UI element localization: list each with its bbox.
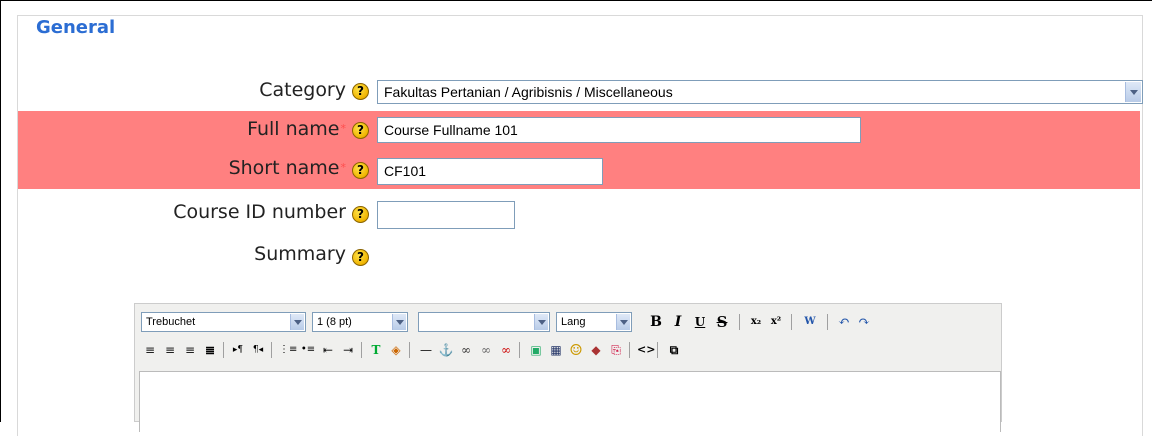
align-center-icon[interactable]: ≡: [161, 341, 179, 359]
align-left-icon[interactable]: ≡: [141, 341, 159, 359]
idnumber-input[interactable]: [377, 201, 515, 229]
category-row: Category ? Fakultas Pertanian / Agribisn…: [18, 75, 1143, 111]
html-editor: Trebuchet 1 (8 pt) Lang B I U Sx₂ x² W ↶ ↷ ≡ ≡ ≡ ≣…: [134, 303, 1002, 432]
chevron-down-icon[interactable]: [1125, 82, 1141, 102]
fullname-input[interactable]: Course Fullname 101: [377, 117, 861, 143]
toolbar-separator: [791, 314, 792, 330]
help-icon[interactable]: ?: [352, 206, 369, 223]
anchor-icon[interactable]: ⚓: [437, 341, 455, 359]
summary-textarea[interactable]: [139, 371, 1001, 432]
chevron-down-icon[interactable]: [290, 314, 304, 330]
nolink-icon[interactable]: ∞: [497, 341, 515, 359]
rtl-icon[interactable]: ¶◂: [249, 341, 267, 359]
toolbar-separator: [361, 342, 362, 358]
word-clean-icon[interactable]: W: [801, 313, 819, 331]
toolbar-separator: [271, 342, 272, 358]
lang-select[interactable]: Lang: [556, 312, 632, 332]
help-icon[interactable]: ?: [352, 249, 369, 266]
help-icon[interactable]: ?: [352, 122, 369, 139]
html-source-icon[interactable]: <>: [637, 341, 655, 359]
align-right-icon[interactable]: ≡: [181, 341, 199, 359]
font-size-select[interactable]: 1 (8 pt): [312, 312, 408, 332]
chevron-down-icon[interactable]: [392, 314, 406, 330]
chevron-down-icon[interactable]: [534, 314, 548, 330]
toolbar-separator: [629, 342, 630, 358]
toolbar-separator: [409, 342, 410, 358]
fullname-row: Full name* ? Course Fullname 101: [18, 111, 1140, 150]
image-icon[interactable]: ▣: [527, 341, 545, 359]
ltr-icon[interactable]: ▸¶: [229, 341, 247, 359]
shortname-row: Short name* ? CF101: [18, 150, 1140, 189]
font-family-value: Trebuchet: [146, 316, 196, 328]
underline-icon[interactable]: U: [691, 313, 709, 331]
shortname-input[interactable]: CF101: [377, 158, 603, 185]
unordered-list-icon[interactable]: •≡: [299, 341, 317, 359]
toolbar-separator: [519, 342, 520, 358]
toolbar-separator: [223, 342, 224, 358]
bold-icon[interactable]: B: [647, 313, 665, 331]
idnumber-label: Course ID number: [173, 201, 346, 223]
summary-row: Summary ?: [18, 238, 1140, 274]
fullscreen-icon[interactable]: ⧉: [665, 341, 683, 359]
required-marker: *: [340, 161, 347, 174]
outdent-icon[interactable]: ⇤: [319, 341, 337, 359]
required-marker: *: [340, 122, 347, 135]
summary-label: Summary: [254, 243, 346, 265]
ordered-list-icon[interactable]: ⋮≡: [279, 341, 297, 359]
category-label: Category: [259, 79, 346, 101]
lang-value: Lang: [561, 316, 586, 328]
toolbar-separator: [657, 342, 658, 358]
strikethrough-icon[interactable]: S: [713, 313, 731, 331]
smiley-icon[interactable]: ☺: [567, 341, 585, 359]
toolbar-separator: [827, 314, 828, 330]
horizontal-rule-icon[interactable]: —: [417, 341, 435, 359]
special-char-icon[interactable]: ◆: [587, 341, 605, 359]
align-justify-icon[interactable]: ≣: [201, 341, 219, 359]
section-legend[interactable]: General: [28, 16, 124, 40]
font-family-select[interactable]: Trebuchet: [141, 312, 306, 332]
idnumber-row: Course ID number ?: [18, 189, 1140, 234]
link-icon[interactable]: ∞: [457, 341, 475, 359]
help-icon[interactable]: ?: [352, 162, 369, 179]
subscript-icon[interactable]: x₂: [747, 313, 765, 331]
category-select[interactable]: Fakultas Pertanian / Agribisnis / Miscel…: [377, 80, 1143, 104]
chevron-down-icon[interactable]: [616, 314, 630, 330]
category-select-value: Fakultas Pertanian / Agribisnis / Miscel…: [384, 84, 673, 100]
toolbar-separator: [739, 314, 740, 330]
indent-icon[interactable]: ⇥: [339, 341, 357, 359]
text-color-icon[interactable]: T: [367, 341, 385, 359]
unlink-icon[interactable]: ∞: [477, 341, 495, 359]
italic-icon[interactable]: I: [669, 313, 687, 331]
superscript-icon[interactable]: x²: [767, 313, 785, 331]
table-icon[interactable]: ▦: [547, 341, 565, 359]
editor-toolbar-row-2: ≡ ≡ ≡ ≣ ▸¶ ¶◂ ⋮≡ •≡ ⇤ ⇥ T ◈ — ⚓ ∞ ∞ ∞ ▣ ▦ ☺ ◆ ⎘ <> ⧉: [141, 340, 1001, 362]
redo-icon[interactable]: ↷: [855, 313, 873, 331]
fullname-label: Full name*: [247, 118, 347, 140]
help-icon[interactable]: ?: [352, 83, 369, 100]
font-size-value: 1 (8 pt): [317, 316, 352, 328]
format-select[interactable]: [418, 312, 550, 332]
editor-toolbar-row-1: Trebuchet 1 (8 pt) Lang B I U Sx₂ x² W ↶ ↷: [141, 312, 1001, 334]
undo-icon[interactable]: ↶: [835, 313, 853, 331]
shortname-label: Short name*: [228, 157, 347, 179]
search-replace-icon[interactable]: ⎘: [607, 341, 625, 359]
bg-color-icon[interactable]: ◈: [387, 341, 405, 359]
